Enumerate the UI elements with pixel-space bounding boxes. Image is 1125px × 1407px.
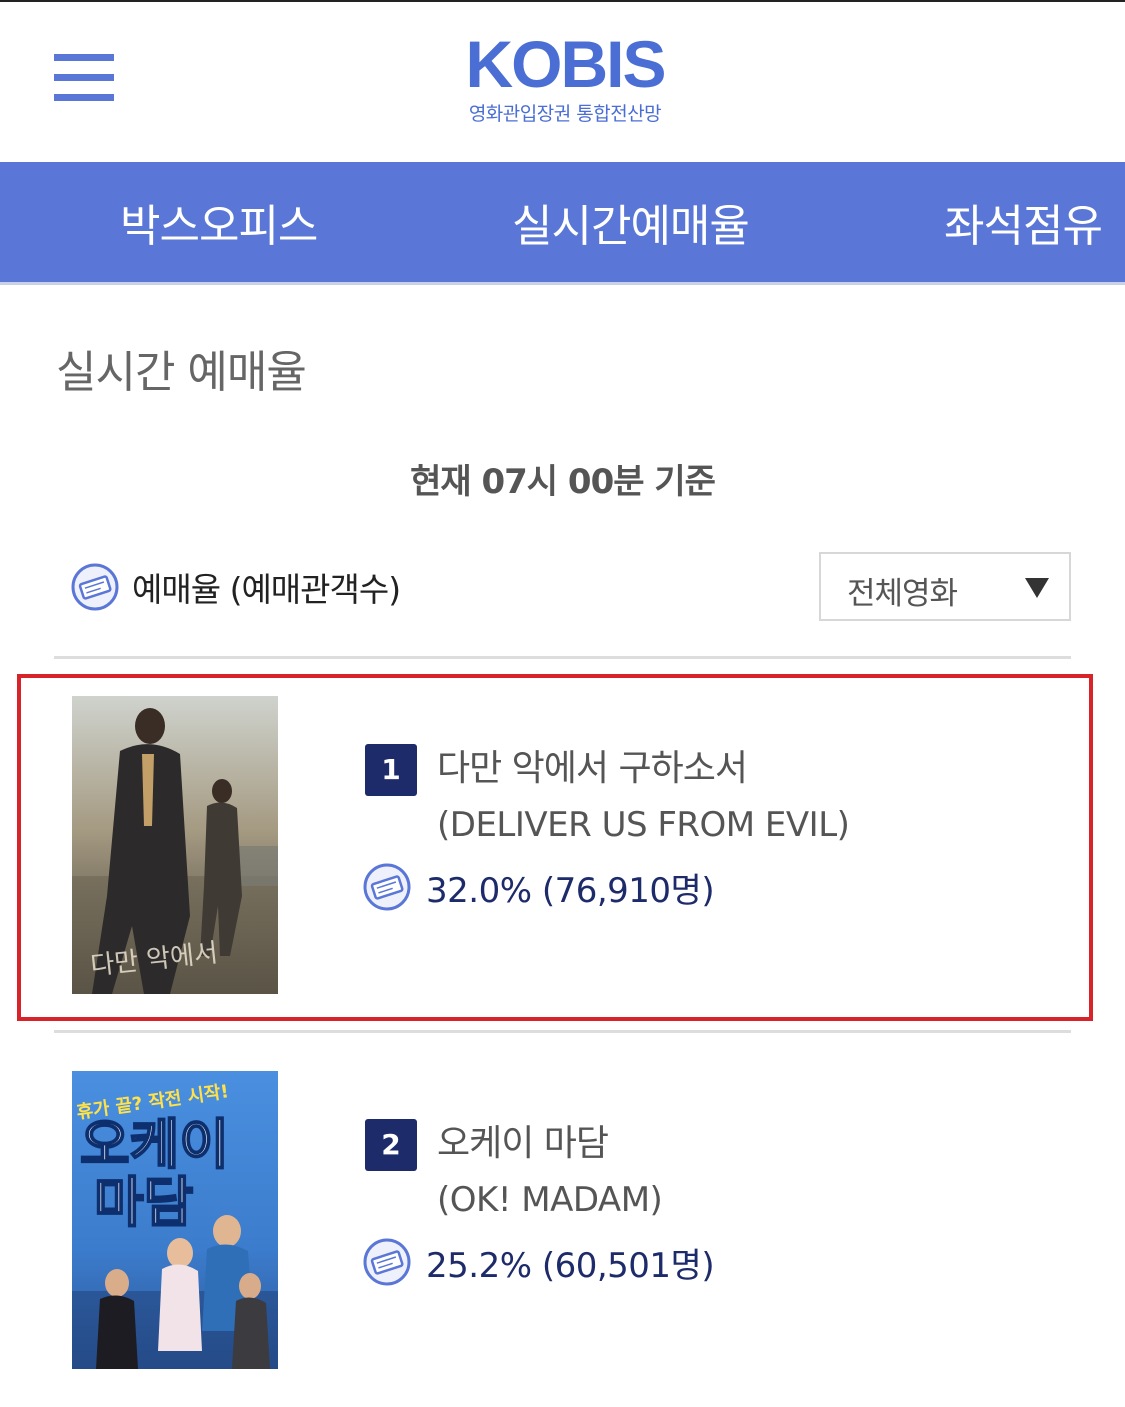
movie-row[interactable]: 휴가 끝? 작전 시작! 오케이 마담 2 오케이 마담 (OK! MADAM)… <box>0 1055 1125 1385</box>
chevron-down-icon <box>1025 578 1049 598</box>
movie-title-en[interactable]: (DELIVER US FROM EVIL) <box>437 800 850 850</box>
nav-bottom-border <box>0 282 1125 285</box>
movie-title-en[interactable]: (OK! MADAM) <box>437 1175 663 1225</box>
movie-row[interactable]: 다만 악에서 1 다만 악에서 구하소서 (DELIVER US FROM EV… <box>0 680 1125 1010</box>
movie-poster[interactable]: 다만 악에서 <box>72 696 278 994</box>
poster-image-ok-madam: 휴가 끝? 작전 시작! 오케이 마담 <box>72 1071 278 1369</box>
divider <box>54 1030 1071 1033</box>
reservation-stat: 32.0% (76,910명) <box>362 860 715 914</box>
kobis-logo[interactable]: KOBIS 영화관입장권 통합전산망 <box>440 26 690 136</box>
legend: 예매율 (예매관객수) <box>70 560 401 614</box>
nav-item-realtime-reservation[interactable]: 실시간예매율 <box>512 190 750 254</box>
divider <box>54 656 1071 659</box>
logo-sub-text: 영화관입장권 통합전산망 <box>468 103 662 125</box>
ticket-icon <box>363 1238 411 1286</box>
menu-icon-bar <box>54 74 114 81</box>
nav-item-seat-occupancy[interactable]: 좌석점유 <box>944 190 1103 254</box>
svg-text:오케이: 오케이 <box>80 1113 229 1176</box>
menu-icon[interactable] <box>54 54 114 106</box>
timestamp: 현재 07시 00분 기준 <box>410 462 716 502</box>
svg-text:마담: 마담 <box>94 1171 193 1234</box>
rank-badge: 2 <box>365 1119 417 1171</box>
legend-label: 예매율 (예매관객수) <box>132 570 401 609</box>
rank-badge: 1 <box>365 744 417 796</box>
page-title: 실시간 예매율 <box>56 347 307 398</box>
movie-title-ko[interactable]: 오케이 마담 <box>437 1119 609 1169</box>
movie-title-ko[interactable]: 다만 악에서 구하소서 <box>437 744 748 794</box>
main-nav: 박스오피스 실시간예매율 좌석점유 <box>0 162 1125 282</box>
menu-icon-bar <box>54 94 114 101</box>
movie-filter-value: 전체영화 <box>847 576 958 612</box>
logo-main-text: KOBIS <box>465 27 666 101</box>
menu-icon-bar <box>54 54 114 61</box>
header: KOBIS 영화관입장권 통합전산망 <box>0 2 1125 162</box>
nav-item-box-office[interactable]: 박스오피스 <box>120 190 318 254</box>
reservation-stat: 25.2% (60,501명) <box>362 1235 715 1289</box>
reservation-rate-text: 32.0% (76,910명) <box>426 870 715 911</box>
ticket-icon <box>71 563 119 611</box>
movie-filter-select[interactable]: 전체영화 <box>819 552 1071 621</box>
ticket-icon <box>363 863 411 911</box>
reservation-rate-text: 25.2% (60,501명) <box>426 1245 715 1286</box>
movie-poster[interactable]: 휴가 끝? 작전 시작! 오케이 마담 <box>72 1071 278 1369</box>
poster-image-deliver-us-from-evil: 다만 악에서 <box>72 696 278 994</box>
